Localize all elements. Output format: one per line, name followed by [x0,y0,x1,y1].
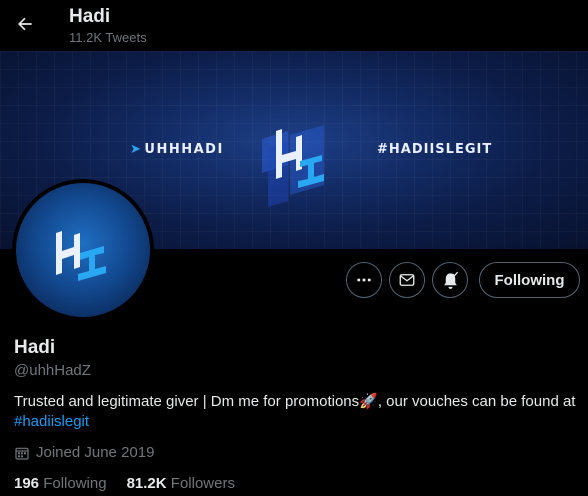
banner-handle: ➤ UHHHADI [130,142,224,157]
joined-date: Joined June 2019 [14,444,154,461]
banner-hashtag: #HADIISLEGIT [377,142,493,157]
following-stat[interactable]: 196 Following [14,475,107,492]
profile-handle: @uhhHadZ [14,362,91,379]
profile-bio: Trusted and legitimate giver | Dm me for… [14,393,576,430]
rocket-emoji: 🚀 [359,393,378,410]
profile-stats: 196 Following 81.2K Followers [14,475,235,492]
back-arrow-icon [17,17,32,31]
avatar-logo [56,231,106,281]
more-icon [357,278,371,282]
profile-name: Hadi [14,337,56,358]
more-button[interactable] [346,262,382,298]
banner-logo [262,125,324,207]
tweet-count: 11.2K Tweets [69,30,147,45]
notify-button[interactable] [432,262,468,298]
avatar[interactable] [12,179,154,321]
followers-stat[interactable]: 81.2K Followers [127,475,235,492]
bell-icon [443,271,458,289]
message-button[interactable] [389,262,425,298]
following-button[interactable]: Following [479,262,580,298]
hashtag-link[interactable]: #hadiislegit [14,413,89,430]
twitter-bird-icon: ➤ [130,142,143,157]
envelope-icon [399,274,415,286]
calendar-icon [15,447,29,460]
profile-header: Hadi 11.2K Tweets [0,0,588,51]
header-title: Hadi [69,6,111,27]
back-button[interactable] [8,7,42,41]
